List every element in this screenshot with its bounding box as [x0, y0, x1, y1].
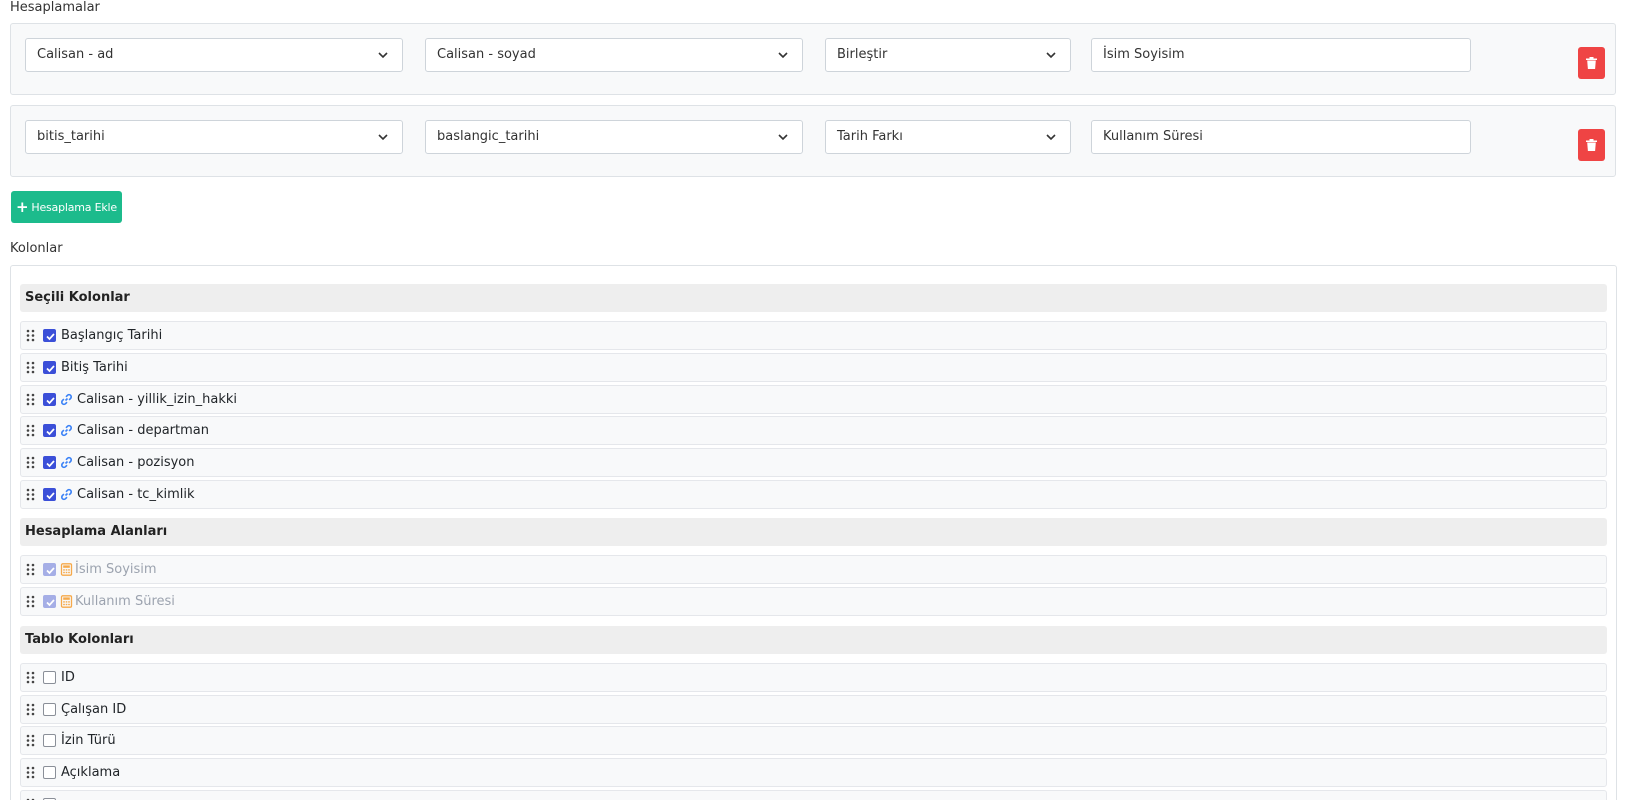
- link-icon: [61, 456, 72, 469]
- calculator-icon: [60, 563, 73, 576]
- column-checkbox[interactable]: [43, 734, 56, 747]
- column-label: Başlangıç Tarihi: [61, 328, 163, 343]
- chevron-down-icon: [778, 52, 788, 59]
- calc-result-name-input[interactable]: İsim Soyisim: [1091, 38, 1471, 72]
- column-checkbox[interactable]: [43, 703, 56, 716]
- chevron-down-icon: [778, 134, 788, 141]
- grip-vertical-icon[interactable]: [26, 703, 35, 716]
- column-row[interactable]: Başlangıç Tarihi: [20, 321, 1607, 350]
- chevron-down-icon: [378, 134, 388, 141]
- grip-vertical-icon[interactable]: [26, 563, 35, 576]
- column-checkbox[interactable]: [43, 424, 56, 437]
- calc-operation-select[interactable]: Tarih Farkı: [825, 120, 1071, 154]
- column-row[interactable]: Calisan - tc_kimlik: [20, 480, 1607, 509]
- calc-fields-header: Hesaplama Alanları: [20, 518, 1607, 546]
- column-label: Calisan - yillik_izin_hakki: [77, 392, 238, 407]
- add-calculation-button[interactable]: + Hesaplama Ekle: [11, 191, 122, 223]
- column-checkbox[interactable]: [43, 393, 56, 406]
- chevron-down-icon: [1046, 52, 1056, 59]
- chevron-down-icon: [378, 52, 388, 59]
- calc-field-row[interactable]: İsim Soyisim: [20, 555, 1607, 584]
- column-checkbox[interactable]: [43, 488, 56, 501]
- column-label: ID: [61, 670, 75, 685]
- column-row[interactable]: Bitiş Tarihi: [20, 353, 1607, 382]
- columns-title: Kolonlar: [10, 241, 63, 256]
- select-value: bitis_tarihi: [37, 129, 105, 144]
- calc-field-row[interactable]: Kullanım Süresi: [20, 587, 1607, 616]
- selected-columns-header: Seçili Kolonlar: [20, 284, 1607, 312]
- column-label: İzin Türü: [61, 733, 116, 748]
- calc-field1-select[interactable]: bitis_tarihi: [25, 120, 403, 154]
- chevron-down-icon: [1046, 134, 1056, 141]
- link-icon: [61, 488, 72, 501]
- column-row[interactable]: Calisan - yillik_izin_hakki: [20, 385, 1607, 414]
- calc-field-checkbox: [43, 595, 56, 608]
- calc-field2-select[interactable]: Calisan - soyad: [425, 38, 803, 72]
- calculations-title: Hesaplamalar: [10, 0, 100, 15]
- select-value: Calisan - ad: [37, 47, 114, 62]
- link-icon: [61, 424, 72, 437]
- table-column-row[interactable]: ID: [20, 663, 1607, 692]
- column-row[interactable]: Calisan - pozisyon: [20, 448, 1607, 477]
- calc-operation-select[interactable]: Birleştir: [825, 38, 1071, 72]
- column-checkbox[interactable]: [43, 361, 56, 374]
- calc-field1-select[interactable]: Calisan - ad: [25, 38, 403, 72]
- grip-vertical-icon[interactable]: [26, 424, 35, 437]
- calc-field-checkbox: [43, 563, 56, 576]
- table-column-row[interactable]: Çalışan ID: [20, 695, 1607, 724]
- select-value: baslangic_tarihi: [437, 129, 540, 144]
- select-value: Calisan - soyad: [437, 47, 536, 62]
- column-label: Calisan - tc_kimlik: [77, 487, 195, 502]
- select-value: Birleştir: [837, 47, 888, 62]
- calculation-row: Calisan - ad Calisan - soyad Birleştir İ…: [10, 23, 1616, 95]
- grip-vertical-icon[interactable]: [26, 393, 35, 406]
- column-checkbox[interactable]: [43, 671, 56, 684]
- column-label: Çalışan ID: [61, 702, 127, 717]
- select-value: Tarih Farkı: [837, 129, 903, 144]
- column-checkbox[interactable]: [43, 329, 56, 342]
- delete-calculation-button[interactable]: [1578, 47, 1605, 79]
- column-label: Bitiş Tarihi: [61, 360, 128, 375]
- column-label: Calisan - departman: [77, 423, 209, 438]
- calc-field2-select[interactable]: baslangic_tarihi: [425, 120, 803, 154]
- grip-vertical-icon[interactable]: [26, 766, 35, 779]
- column-checkbox[interactable]: [43, 456, 56, 469]
- column-row[interactable]: Calisan - departman: [20, 416, 1607, 445]
- delete-calculation-button[interactable]: [1578, 129, 1605, 161]
- calc-field-label: İsim Soyisim: [75, 562, 157, 577]
- column-checkbox[interactable]: [43, 766, 56, 779]
- grip-vertical-icon[interactable]: [26, 329, 35, 342]
- table-columns-header: Tablo Kolonları: [20, 626, 1607, 654]
- grip-vertical-icon[interactable]: [26, 488, 35, 501]
- calc-field-label: Kullanım Süresi: [75, 594, 175, 609]
- trash-icon: [1586, 57, 1597, 69]
- trash-icon: [1586, 139, 1597, 151]
- grip-vertical-icon[interactable]: [26, 595, 35, 608]
- grip-vertical-icon[interactable]: [26, 734, 35, 747]
- grip-vertical-icon[interactable]: [26, 361, 35, 374]
- calculation-row: bitis_tarihi baslangic_tarihi Tarih Fark…: [10, 105, 1616, 177]
- grip-vertical-icon[interactable]: [26, 671, 35, 684]
- column-label: Calisan - pozisyon: [77, 455, 195, 470]
- calculator-icon: [60, 595, 73, 608]
- table-column-row[interactable]: Açıklama: [20, 758, 1607, 787]
- grip-vertical-icon[interactable]: [26, 456, 35, 469]
- column-label: Açıklama: [61, 765, 121, 780]
- calc-result-name-input[interactable]: Kullanım Süresi: [1091, 120, 1471, 154]
- plus-icon: +: [16, 197, 29, 216]
- table-column-row[interactable]: [20, 790, 1607, 800]
- table-column-row[interactable]: İzin Türü: [20, 726, 1607, 755]
- add-calculation-label: Hesaplama Ekle: [31, 200, 117, 214]
- link-icon: [61, 393, 72, 406]
